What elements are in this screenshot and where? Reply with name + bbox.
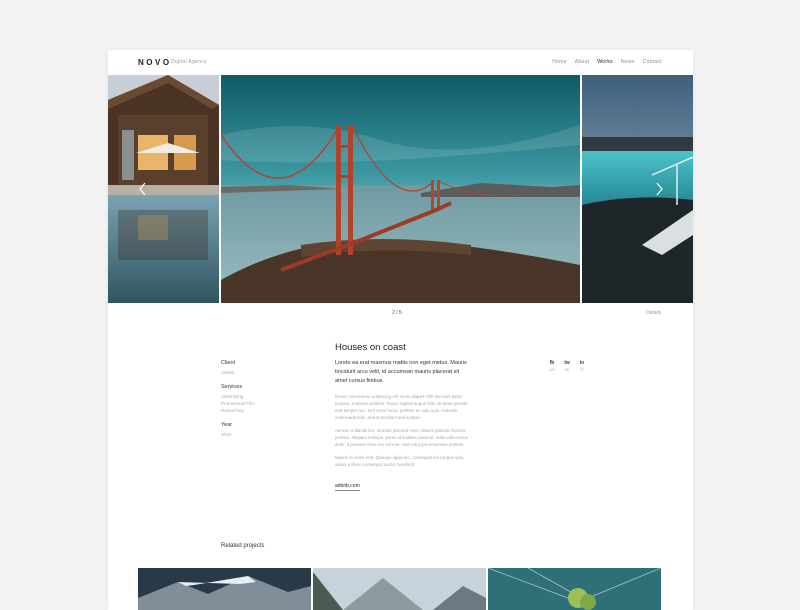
service-item: Promotional Film bbox=[221, 401, 255, 406]
project-meta: Client Airbnb Services Advertising Promo… bbox=[221, 360, 311, 446]
project-paragraph: Mauris eu dolor erat. Quisque ligula leo… bbox=[335, 455, 465, 467]
green-ceiling-image bbox=[488, 568, 661, 610]
share-count: 37 bbox=[580, 368, 584, 372]
facebook-icon: fb bbox=[549, 360, 555, 366]
page: NOVO Digital Agency Home About Works New… bbox=[108, 50, 693, 610]
main-nav: Home About Works News Contact bbox=[552, 59, 662, 65]
slider-prev-button[interactable] bbox=[136, 179, 150, 199]
slide-next[interactable] bbox=[582, 75, 693, 303]
services-group: Services Advertising Promotional Film Re… bbox=[221, 384, 311, 414]
project-lead: Loreto ea erat maxmus mattis non eget me… bbox=[335, 360, 467, 384]
service-item: Advertising bbox=[221, 394, 244, 399]
golden-gate-bridge-image bbox=[221, 75, 580, 303]
share-facebook-button[interactable]: fb 122 bbox=[548, 360, 556, 372]
mountain-lake-image bbox=[313, 568, 486, 610]
slider-next-button[interactable] bbox=[652, 179, 666, 199]
slide-previous[interactable] bbox=[108, 75, 219, 303]
mountain-night-image bbox=[138, 568, 311, 610]
services-label: Services bbox=[221, 384, 243, 390]
related-project-card[interactable] bbox=[488, 568, 661, 610]
logo[interactable]: NOVO bbox=[138, 58, 172, 67]
social-share: fb 122 tw 86 in 37 bbox=[548, 360, 586, 372]
details-link[interactable]: Details bbox=[646, 310, 661, 316]
year-group: Year 2016 bbox=[221, 422, 311, 438]
image-slider: view bbox=[108, 75, 693, 303]
client-website-link[interactable]: airbnb.com bbox=[335, 483, 360, 491]
project-paragraph: Aenean a blandit leo, sit amet placerat … bbox=[335, 428, 469, 447]
share-linkedin-button[interactable]: in 37 bbox=[578, 360, 586, 372]
twitter-icon: tw bbox=[564, 360, 570, 366]
service-item: Retouching bbox=[221, 408, 244, 413]
related-projects bbox=[138, 568, 661, 610]
slide-current[interactable]: view bbox=[221, 75, 580, 303]
client-value: Airbnb bbox=[221, 370, 235, 375]
project-title: Houses on coast bbox=[335, 342, 406, 353]
nav-about[interactable]: About bbox=[575, 59, 590, 65]
slide-counter: 2 / 5 bbox=[392, 310, 402, 316]
share-count: 122 bbox=[549, 368, 555, 372]
project-paragraph: Donec consectetur adipiscing elit. Nunc … bbox=[335, 394, 468, 420]
year-label: Year bbox=[221, 422, 233, 428]
project-content: Houses on coast Loreto ea erat maxmus ma… bbox=[335, 342, 470, 492]
client-label: Client bbox=[221, 360, 236, 366]
nav-works[interactable]: Works bbox=[597, 59, 613, 65]
chevron-left-icon bbox=[139, 182, 146, 196]
chevron-right-icon bbox=[656, 182, 663, 196]
nav-contact[interactable]: Contact bbox=[643, 59, 662, 65]
tagline: Digital Agency bbox=[171, 59, 207, 65]
chalet-pool-image bbox=[108, 75, 219, 303]
related-projects-title: Related projects bbox=[221, 543, 265, 549]
header: NOVO Digital Agency Home About Works New… bbox=[108, 50, 693, 75]
related-project-card[interactable] bbox=[138, 568, 311, 610]
linkedin-icon: in bbox=[579, 360, 585, 366]
lagoon-image bbox=[582, 75, 693, 303]
nav-news[interactable]: News bbox=[621, 59, 635, 65]
nav-home[interactable]: Home bbox=[552, 59, 567, 65]
client-group: Client Airbnb bbox=[221, 360, 311, 376]
year-value: 2016 bbox=[221, 432, 232, 437]
share-count: 86 bbox=[565, 368, 569, 372]
share-twitter-button[interactable]: tw 86 bbox=[563, 360, 571, 372]
related-project-card[interactable] bbox=[313, 568, 486, 610]
